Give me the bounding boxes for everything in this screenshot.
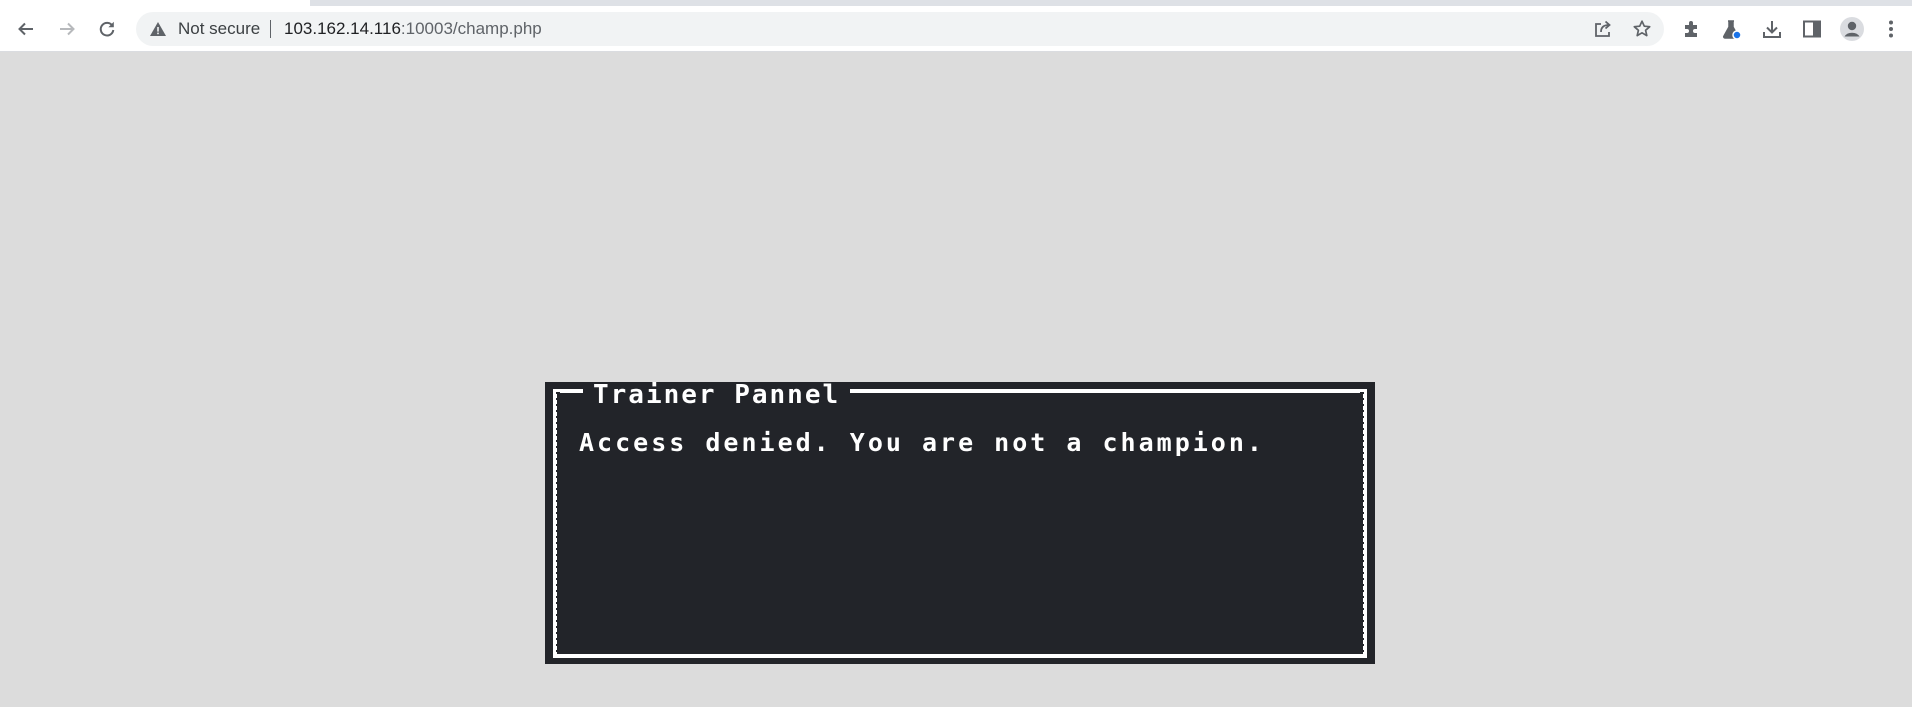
profile-icon <box>1840 17 1864 41</box>
labs-button[interactable] <box>1718 16 1744 42</box>
url-path: :10003/champ.php <box>400 19 542 38</box>
reload-button[interactable] <box>92 14 122 44</box>
back-icon <box>18 22 33 36</box>
menu-button[interactable] <box>1878 16 1904 42</box>
bookmark-button[interactable] <box>1631 18 1653 40</box>
back-button[interactable] <box>11 14 41 44</box>
share-icon <box>1595 20 1611 37</box>
downloads-button[interactable] <box>1759 16 1785 42</box>
url-text[interactable]: 103.162.14.116:10003/champ.php <box>284 12 542 46</box>
side-panel-icon <box>1803 20 1821 38</box>
browser-toolbar: Not secure 103.162.14.116:10003/champ.ph… <box>0 6 1912 51</box>
address-bar[interactable]: Not secure 103.162.14.116:10003/champ.ph… <box>136 12 1664 46</box>
security-label[interactable]: Not secure <box>178 12 260 46</box>
extensions-icon <box>1685 21 1697 37</box>
reload-icon <box>99 21 115 37</box>
forward-button[interactable] <box>52 14 82 44</box>
trainer-panel: Trainer Pannel Access denied. You are no… <box>545 382 1375 664</box>
labs-icon <box>1722 20 1742 40</box>
extensions-button[interactable] <box>1679 16 1705 42</box>
panel-title: Trainer Pannel <box>583 382 851 408</box>
star-icon <box>1633 20 1651 37</box>
warning-icon[interactable] <box>149 20 167 38</box>
share-button[interactable] <box>1592 18 1614 40</box>
access-denied-message: Access denied. You are not a champion. <box>579 428 1265 457</box>
security-separator <box>270 20 271 38</box>
url-host: 103.162.14.116 <box>284 19 401 38</box>
menu-icon <box>1889 20 1893 38</box>
download-icon <box>1763 21 1781 38</box>
forward-icon <box>60 22 75 36</box>
profile-button[interactable] <box>1839 16 1865 42</box>
side-panel-button[interactable] <box>1799 16 1825 42</box>
